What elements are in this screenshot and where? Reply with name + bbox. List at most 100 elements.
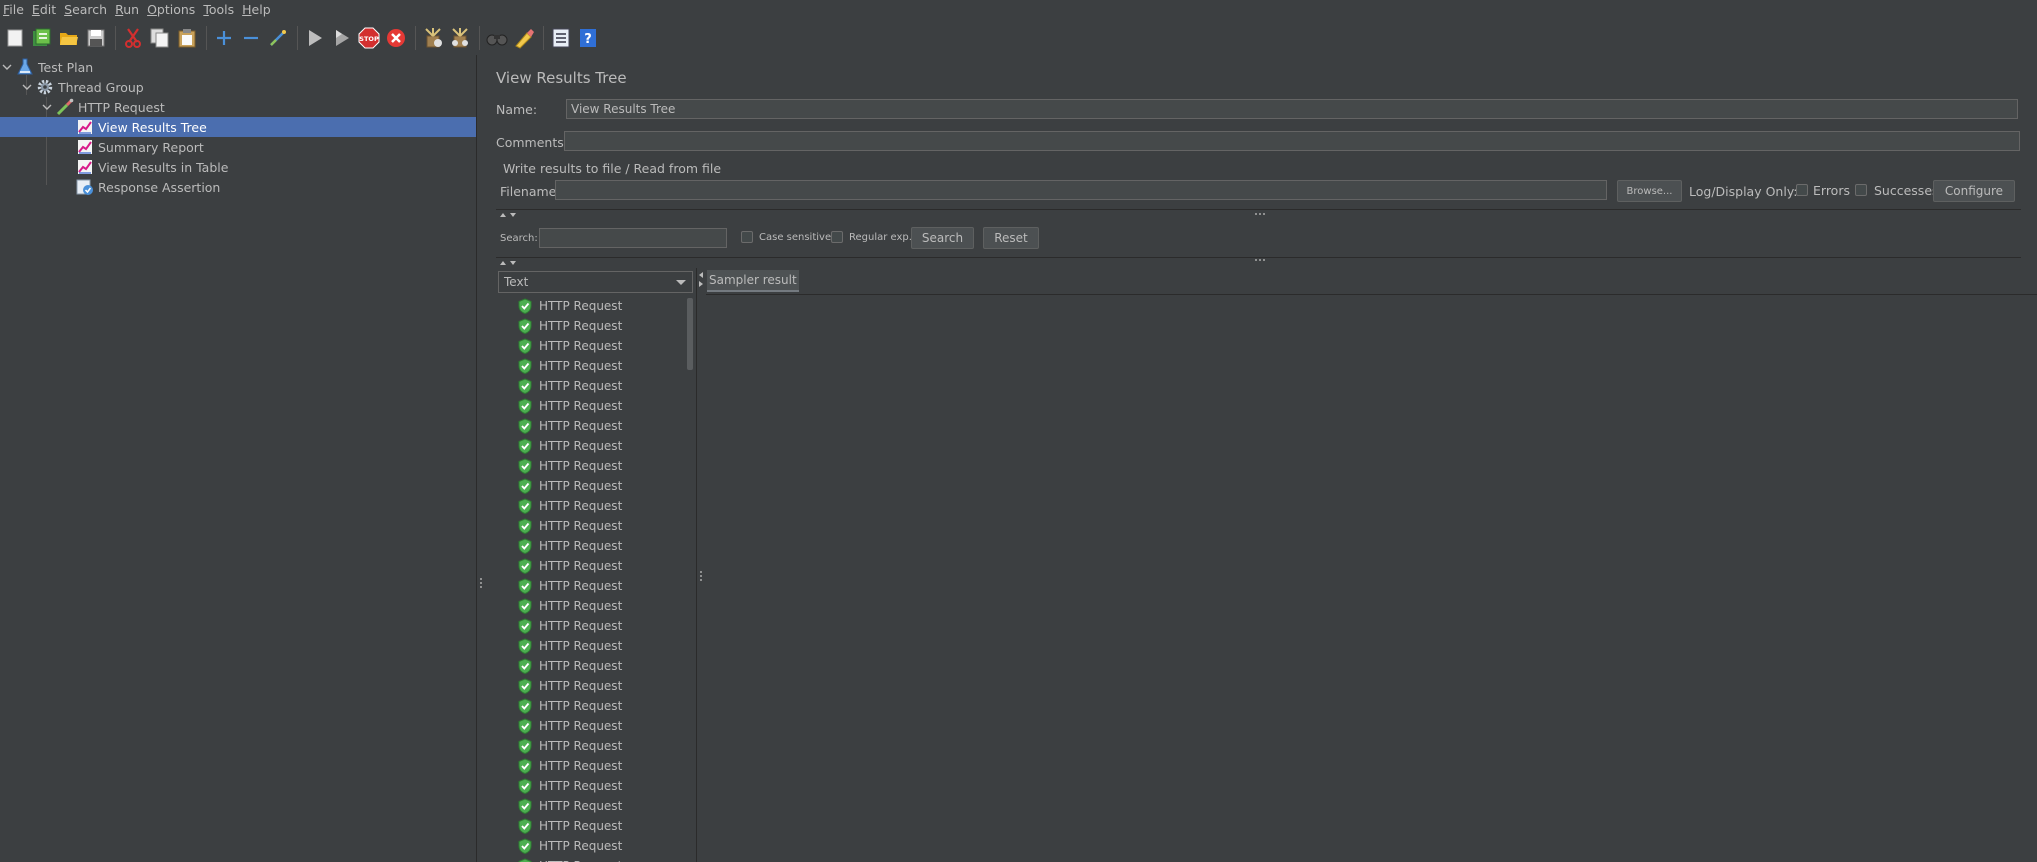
new-button[interactable] bbox=[4, 27, 26, 49]
menu-edit[interactable]: Edit bbox=[29, 2, 61, 17]
menu-search[interactable]: Search bbox=[61, 2, 112, 17]
success-shield-icon bbox=[517, 578, 533, 594]
clear-button[interactable] bbox=[422, 27, 444, 49]
collapse-up-icon[interactable] bbox=[500, 213, 506, 217]
result-list-item[interactable]: HTTP Request bbox=[498, 676, 688, 696]
result-list-item[interactable]: HTTP Request bbox=[498, 576, 688, 596]
menu-tools[interactable]: Tools bbox=[200, 2, 239, 17]
result-list-item[interactable]: HTTP Request bbox=[498, 396, 688, 416]
tree-item-thread-group[interactable]: Thread Group bbox=[0, 77, 476, 97]
clear-all-button[interactable] bbox=[449, 27, 471, 49]
collapse-right-icon[interactable] bbox=[699, 281, 703, 287]
result-list-item[interactable]: HTTP Request bbox=[498, 656, 688, 676]
templates-button[interactable] bbox=[31, 27, 53, 49]
save-button[interactable] bbox=[85, 27, 107, 49]
result-list-item[interactable]: HTTP Request bbox=[498, 536, 688, 556]
tree-item-http-request[interactable]: HTTP Request bbox=[0, 97, 476, 117]
tree-item-response-assertion[interactable]: Response Assertion bbox=[0, 177, 476, 197]
name-input[interactable] bbox=[566, 99, 2018, 119]
help-button[interactable]: ? bbox=[577, 27, 599, 49]
renderer-select[interactable]: Text bbox=[498, 271, 693, 293]
result-list-item[interactable]: HTTP Request bbox=[498, 436, 688, 456]
result-list-item[interactable]: HTTP Request bbox=[498, 716, 688, 736]
menu-options[interactable]: Options bbox=[144, 2, 200, 17]
result-item-label: HTTP Request bbox=[539, 519, 623, 533]
menu-run[interactable]: Run bbox=[112, 2, 144, 17]
result-item-label: HTTP Request bbox=[539, 799, 623, 813]
paste-button[interactable] bbox=[176, 27, 198, 49]
comments-input[interactable] bbox=[564, 131, 2020, 151]
pipette-icon bbox=[56, 98, 74, 116]
stop-button[interactable]: STOP bbox=[358, 27, 380, 49]
result-list-scrollbar[interactable] bbox=[686, 296, 694, 862]
collapse-left-icon[interactable] bbox=[699, 272, 703, 278]
result-list-item[interactable]: HTTP Request bbox=[498, 556, 688, 576]
collapse-down-icon[interactable] bbox=[510, 213, 516, 217]
result-list-item[interactable]: HTTP Request bbox=[498, 816, 688, 836]
browse-button[interactable]: Browse... bbox=[1617, 180, 1682, 202]
result-list-item[interactable]: HTTP Request bbox=[498, 856, 688, 862]
result-list-item[interactable]: HTTP Request bbox=[498, 336, 688, 356]
tree-item-summary-report[interactable]: Summary Report bbox=[0, 137, 476, 157]
result-list-item[interactable]: HTTP Request bbox=[498, 476, 688, 496]
configure-button[interactable]: Configure bbox=[1933, 180, 2015, 202]
start-button[interactable] bbox=[304, 27, 326, 49]
result-list-item[interactable]: HTTP Request bbox=[498, 496, 688, 516]
start-no-pauses-button[interactable] bbox=[331, 27, 353, 49]
results-vertical-splitter[interactable] bbox=[696, 268, 705, 862]
result-item-label: HTTP Request bbox=[539, 679, 623, 693]
result-list-item[interactable]: HTTP Request bbox=[498, 596, 688, 616]
reset-search-button[interactable] bbox=[513, 27, 535, 49]
result-list-item[interactable]: HTTP Request bbox=[498, 356, 688, 376]
filename-input[interactable] bbox=[555, 180, 1607, 200]
success-shield-icon bbox=[517, 438, 533, 454]
result-list-item[interactable]: HTTP Request bbox=[498, 636, 688, 656]
result-list-item[interactable]: HTTP Request bbox=[498, 416, 688, 436]
result-list-item[interactable]: HTTP Request bbox=[498, 776, 688, 796]
cut-button[interactable] bbox=[122, 27, 144, 49]
chevron-down-icon[interactable] bbox=[0, 60, 14, 74]
result-list-item[interactable]: HTTP Request bbox=[498, 836, 688, 856]
collapse-button[interactable] bbox=[240, 27, 262, 49]
search-input[interactable] bbox=[539, 228, 727, 248]
case-sensitive-checkbox[interactable] bbox=[741, 231, 753, 243]
errors-checkbox[interactable] bbox=[1796, 184, 1808, 196]
collapse-up-icon[interactable] bbox=[500, 261, 506, 265]
result-list-item[interactable]: HTTP Request bbox=[498, 756, 688, 776]
result-list-item[interactable]: HTTP Request bbox=[498, 296, 688, 316]
result-list-item[interactable]: HTTP Request bbox=[498, 736, 688, 756]
chevron-down-icon[interactable] bbox=[40, 100, 54, 114]
chevron-down-icon[interactable] bbox=[20, 80, 34, 94]
results-splitter[interactable] bbox=[496, 257, 2021, 266]
shutdown-button[interactable] bbox=[385, 27, 407, 49]
search-button[interactable]: Search bbox=[911, 227, 974, 249]
regular-exp-checkbox[interactable] bbox=[831, 231, 843, 243]
menu-help[interactable]: Help bbox=[239, 2, 276, 17]
tree-item-view-results-tree[interactable]: View Results Tree bbox=[0, 117, 476, 137]
successes-checkbox[interactable] bbox=[1855, 184, 1867, 196]
result-list-item[interactable]: HTTP Request bbox=[498, 376, 688, 396]
collapse-down-icon[interactable] bbox=[510, 261, 516, 265]
result-item-label: HTTP Request bbox=[539, 539, 623, 553]
function-helper-button[interactable] bbox=[550, 27, 572, 49]
scrollbar-thumb[interactable] bbox=[687, 298, 693, 370]
reset-button[interactable]: Reset bbox=[983, 227, 1039, 249]
tab-sampler-result[interactable]: Sampler result bbox=[707, 270, 799, 292]
result-list-item[interactable]: HTTP Request bbox=[498, 516, 688, 536]
result-list-item[interactable]: HTTP Request bbox=[498, 316, 688, 336]
result-list-item[interactable]: HTTP Request bbox=[498, 696, 688, 716]
form-splitter[interactable] bbox=[496, 209, 2021, 218]
search-button[interactable] bbox=[486, 27, 508, 49]
tree-item-test-plan[interactable]: Test Plan bbox=[0, 57, 476, 77]
open-button[interactable] bbox=[58, 27, 80, 49]
result-list-item[interactable]: HTTP Request bbox=[498, 796, 688, 816]
result-item-label: HTTP Request bbox=[539, 719, 623, 733]
menu-file[interactable]: File bbox=[0, 2, 29, 17]
expand-button[interactable] bbox=[213, 27, 235, 49]
tree-item-view-results-in-table[interactable]: View Results in Table bbox=[0, 157, 476, 177]
tree-splitter[interactable] bbox=[476, 55, 485, 862]
toggle-button[interactable] bbox=[267, 27, 289, 49]
result-list-item[interactable]: HTTP Request bbox=[498, 456, 688, 476]
result-list-item[interactable]: HTTP Request bbox=[498, 616, 688, 636]
copy-button[interactable] bbox=[149, 27, 171, 49]
